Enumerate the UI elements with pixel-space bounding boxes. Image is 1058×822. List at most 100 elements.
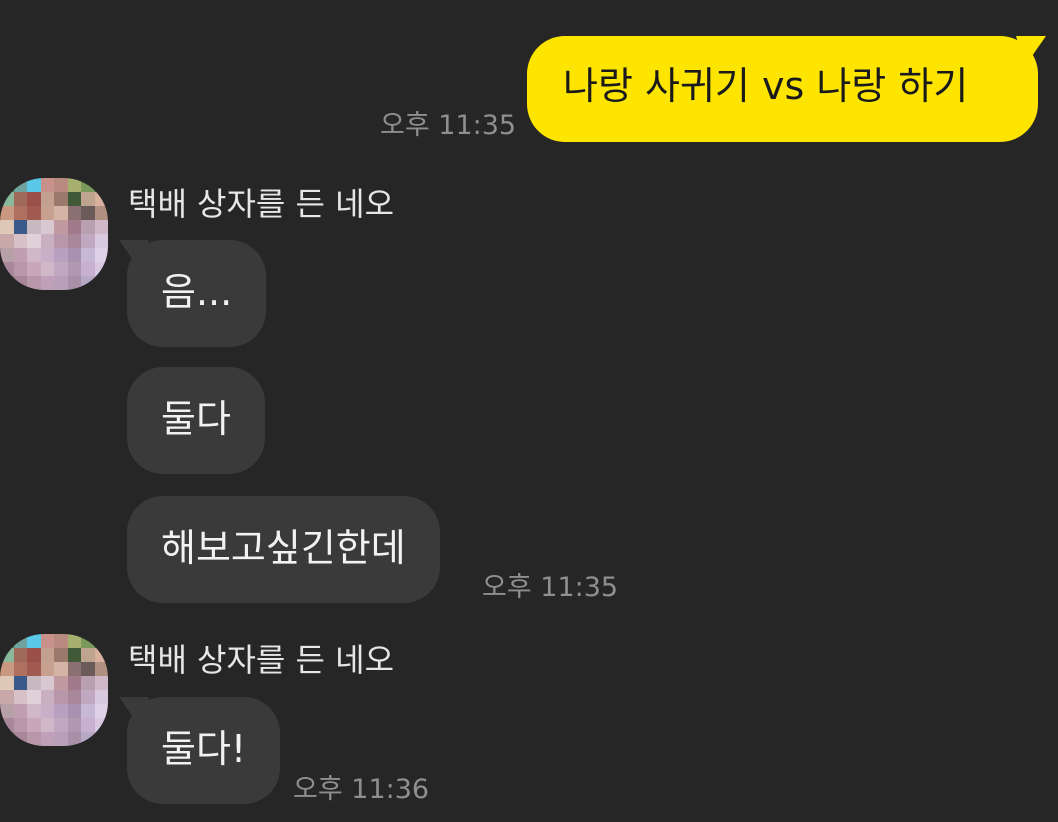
avatar-pixel	[0, 206, 14, 220]
message-timestamp: 오후 11:35	[482, 572, 619, 603]
avatar-pixel	[81, 178, 95, 192]
message-timestamp: 오후 11:35	[380, 110, 517, 141]
avatar-pixel	[0, 234, 14, 248]
avatar-pixel	[27, 690, 41, 704]
avatar-pixel	[13, 676, 27, 690]
incoming-message-bubble[interactable]: 음...	[127, 240, 267, 347]
avatar-pixel	[54, 248, 68, 262]
avatar-pixel	[94, 206, 108, 220]
message-text: 해보고싶긴한데	[161, 526, 406, 570]
avatar-pixel	[67, 648, 81, 662]
avatar-pixel	[13, 206, 27, 220]
avatar-pixel	[27, 206, 41, 220]
outgoing-message-bubble[interactable]: 나랑 사귀기 vs 나랑 하기	[527, 36, 1038, 142]
avatar-pixel	[27, 648, 41, 662]
avatar-pixel	[94, 220, 108, 234]
avatar-pixel	[54, 718, 68, 732]
message-text: 나랑 사귀기 vs 나랑 하기	[563, 64, 969, 108]
avatar-pixel	[0, 192, 14, 206]
avatar-pixel	[27, 234, 41, 248]
avatar-pixel	[54, 262, 68, 276]
incoming-message-bubble[interactable]: 해보고싶긴한데	[127, 496, 440, 603]
avatar-pixel	[40, 732, 54, 746]
avatar-pixel	[40, 648, 54, 662]
avatar-pixel	[67, 178, 81, 192]
avatar-pixel	[40, 276, 54, 290]
avatar-pixel	[0, 662, 14, 676]
avatar-pixel	[81, 206, 95, 220]
avatar-pixel	[94, 192, 108, 206]
avatar-pixel	[40, 234, 54, 248]
avatar-pixel	[0, 178, 14, 192]
avatar-pixel	[40, 634, 54, 648]
avatar-pixel	[81, 192, 95, 206]
avatar-pixel	[27, 248, 41, 262]
avatar-pixel	[67, 262, 81, 276]
avatar-pixel	[67, 704, 81, 718]
avatar-pixel	[94, 732, 108, 746]
avatar-pixel	[13, 248, 27, 262]
avatar-pixel	[0, 690, 14, 704]
chat-room: 나랑 사귀기 vs 나랑 하기 오후 11:35 택배 상자를 든 네오 음..…	[0, 0, 1058, 822]
message-text: 둘다!	[161, 727, 247, 771]
avatar-pixel	[40, 704, 54, 718]
avatar-pixel	[54, 192, 68, 206]
avatar-pixel	[94, 690, 108, 704]
avatar-pixel	[13, 648, 27, 662]
avatar-pixel	[81, 718, 95, 732]
message-text: 둘다	[161, 397, 231, 441]
avatar-pixel	[94, 178, 108, 192]
avatar-pixel	[67, 192, 81, 206]
avatar-pixel	[94, 634, 108, 648]
avatar-pixel	[67, 732, 81, 746]
avatar-pixel	[13, 662, 27, 676]
avatar-icon[interactable]	[0, 634, 108, 746]
avatar-pixel	[67, 220, 81, 234]
avatar-pixel	[94, 662, 108, 676]
avatar-pixel	[54, 732, 68, 746]
avatar-pixel	[67, 662, 81, 676]
avatar-pixel	[0, 676, 14, 690]
avatar-pixel	[54, 676, 68, 690]
avatar-pixel	[13, 276, 27, 290]
avatar-pixel	[27, 262, 41, 276]
avatar-pixel	[94, 234, 108, 248]
avatar-pixel	[81, 634, 95, 648]
avatar-pixel	[40, 248, 54, 262]
avatar-pixel	[81, 648, 95, 662]
avatar-pixel	[40, 178, 54, 192]
avatar-pixel	[94, 648, 108, 662]
avatar-icon[interactable]	[0, 178, 108, 290]
avatar-pixel	[0, 248, 14, 262]
avatar-pixel	[27, 732, 41, 746]
avatar-pixel	[54, 690, 68, 704]
avatar-pixel	[67, 248, 81, 262]
avatar-pixel	[27, 276, 41, 290]
avatar-pixel	[67, 676, 81, 690]
incoming-message-bubble[interactable]: 둘다	[127, 367, 265, 474]
avatar-pixel	[27, 178, 41, 192]
avatar-pixel	[81, 234, 95, 248]
avatar-pixel	[94, 248, 108, 262]
avatar-pixel	[40, 662, 54, 676]
avatar-pixel	[40, 262, 54, 276]
sender-name: 택배 상자를 든 네오	[128, 185, 395, 223]
avatar-pixel	[94, 704, 108, 718]
avatar-pixel	[27, 704, 41, 718]
avatar-pixel	[40, 690, 54, 704]
avatar-pixel	[94, 718, 108, 732]
avatar-pixel	[67, 276, 81, 290]
avatar-pixel	[81, 662, 95, 676]
avatar-pixel	[13, 234, 27, 248]
incoming-message-bubble[interactable]: 둘다!	[127, 697, 281, 804]
avatar-pixel	[81, 676, 95, 690]
avatar-pixel	[67, 690, 81, 704]
avatar-pixel	[0, 220, 14, 234]
avatar-pixel	[0, 648, 14, 662]
avatar-pixel	[13, 718, 27, 732]
avatar-pixel	[81, 690, 95, 704]
avatar-pixel	[0, 634, 14, 648]
avatar-pixel	[54, 634, 68, 648]
avatar-pixel	[54, 704, 68, 718]
avatar-pixel	[0, 704, 14, 718]
